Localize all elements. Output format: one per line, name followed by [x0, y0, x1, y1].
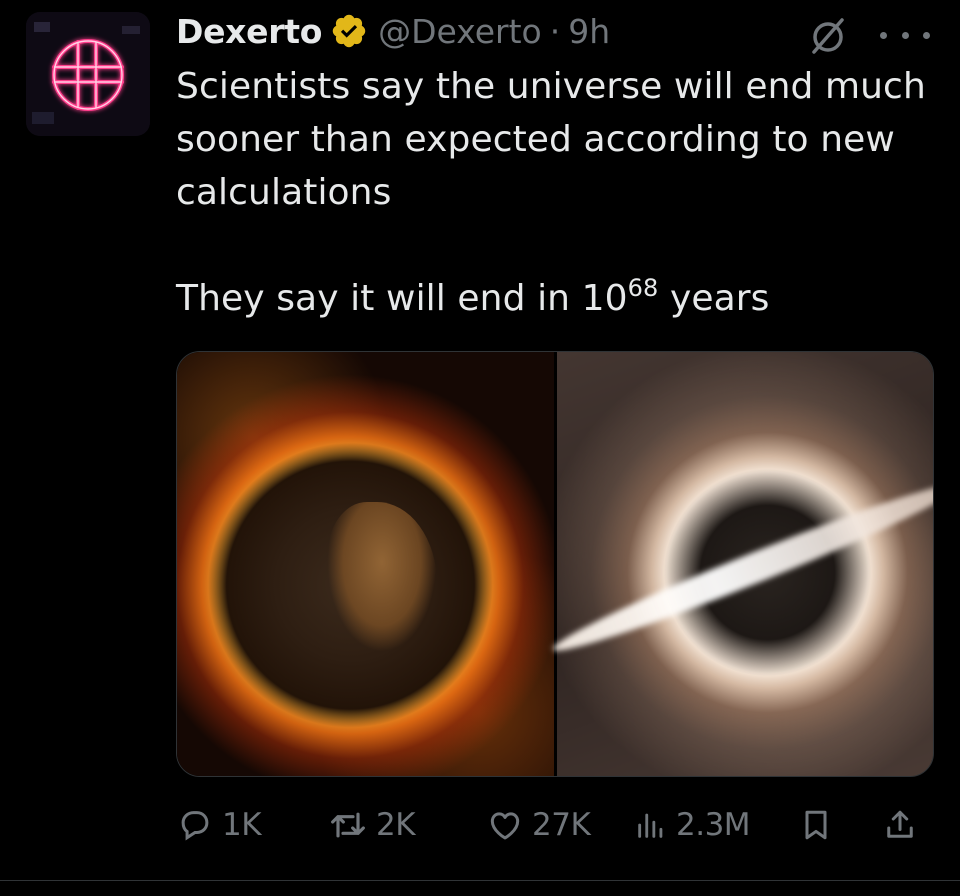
like-count: 27K — [532, 807, 591, 843]
tweet-timestamp[interactable]: 9h — [568, 12, 610, 51]
tweet-text-line1: Scientists say the universe will end muc… — [176, 66, 926, 213]
views-count: 2.3M — [676, 807, 751, 843]
bookmark-button[interactable] — [798, 800, 834, 850]
more-icon[interactable] — [880, 20, 930, 50]
action-bar: 1K 2K 27K 2.3M — [176, 800, 936, 850]
tweet-text-line2-suffix: years — [658, 278, 770, 319]
tweet-text: Scientists say the universe will end muc… — [176, 60, 936, 325]
reply-button[interactable]: 1K — [176, 800, 262, 850]
bookmark-icon — [805, 810, 827, 840]
share-icon — [887, 810, 913, 838]
repost-icon — [331, 812, 365, 838]
author-name[interactable]: Dexerto — [176, 12, 322, 51]
reply-icon — [181, 811, 209, 841]
repost-count: 2K — [376, 807, 416, 843]
views-button[interactable]: 2.3M — [634, 800, 751, 850]
repost-button[interactable]: 2K — [328, 800, 416, 850]
tweet[interactable]: Dexerto @Dexerto · 9h Scientists say the… — [0, 0, 960, 896]
tweet-text-line2: They say it will end in 1068 years — [176, 272, 936, 325]
avatar[interactable] — [26, 12, 150, 136]
author-handle[interactable]: @Dexerto — [378, 12, 542, 51]
tweet-text-exponent: 68 — [627, 274, 659, 302]
heart-icon — [490, 812, 520, 840]
divider — [0, 880, 960, 881]
reply-count: 1K — [222, 807, 262, 843]
dexerto-logo-icon — [26, 12, 150, 136]
like-button[interactable]: 27K — [486, 800, 591, 850]
tweet-media — [176, 351, 934, 777]
tweet-header: Dexerto @Dexerto · 9h — [176, 8, 610, 54]
separator-dot: · — [549, 11, 561, 51]
grok-icon[interactable] — [808, 16, 848, 56]
burning-earth-image[interactable] — [177, 352, 557, 776]
share-button[interactable] — [882, 800, 918, 850]
tweet-text-line2-prefix: They say it will end in 10 — [176, 278, 628, 319]
verified-badge-icon[interactable] — [330, 12, 368, 50]
black-hole-image[interactable] — [546, 352, 933, 776]
views-icon — [638, 813, 663, 838]
